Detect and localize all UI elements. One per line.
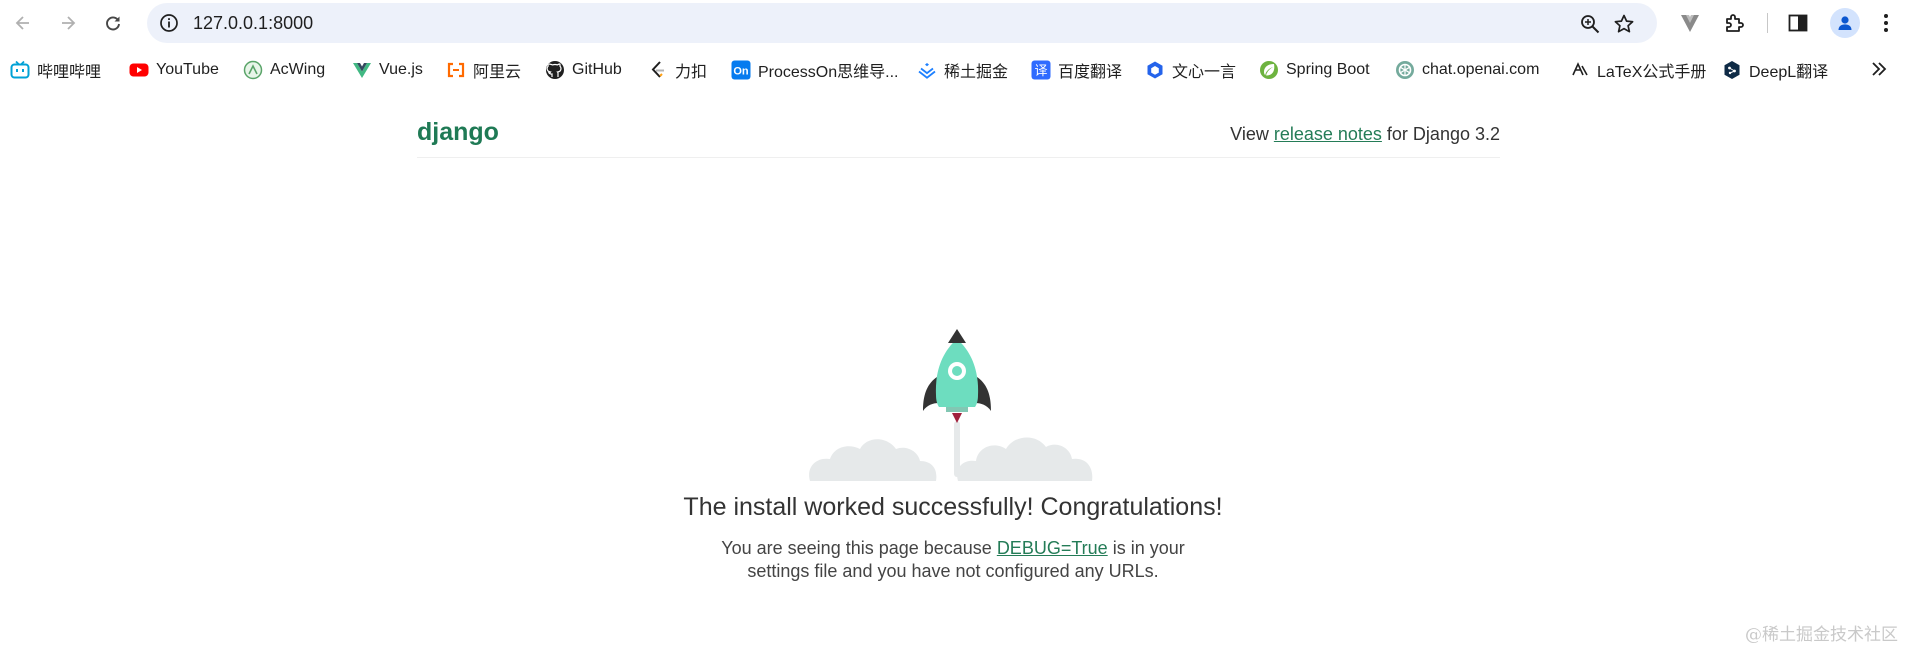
django-header: django View release notes for Django 3.2 <box>417 118 1500 158</box>
success-title: The install worked successfully! Congrat… <box>683 493 1223 521</box>
bookmark-leetcode[interactable]: 力扣 <box>648 56 707 84</box>
browser-toolbar: 127.0.0.1:8000 <box>0 0 1906 46</box>
profile-avatar[interactable] <box>1830 8 1860 38</box>
arrow-left-icon <box>15 16 29 30</box>
more-menu-icon[interactable] <box>1874 11 1898 35</box>
back-button[interactable] <box>9 9 37 37</box>
spring-icon <box>1259 60 1279 80</box>
bookmark-acwing[interactable]: AcWing <box>243 56 325 84</box>
extensions-icon[interactable] <box>1723 11 1747 35</box>
openai-icon <box>1395 60 1415 80</box>
bookmark-star-icon[interactable] <box>1613 13 1635 35</box>
baidu-translate-icon: 译 <box>1031 60 1051 80</box>
cloud-icon <box>809 437 1093 481</box>
bookmark-processon[interactable]: On ProcessOn思维导... <box>731 56 898 84</box>
reload-icon <box>106 16 120 31</box>
reload-button[interactable] <box>99 9 127 37</box>
bookmarks-bar: 哔哩哔哩 YouTube AcWing Vue.js 阿里云 GitHub 力扣… <box>0 56 1906 84</box>
bookmark-bilibili[interactable]: 哔哩哔哩 <box>10 56 101 84</box>
person-icon <box>1838 16 1852 30</box>
debug-description: You are seeing this page because DEBUG=T… <box>721 538 1185 581</box>
bookmark-spring-boot[interactable]: Spring Boot <box>1259 56 1370 84</box>
latex-icon <box>1570 60 1590 80</box>
side-panel-icon[interactable] <box>1786 11 1810 35</box>
bookmark-latex[interactable]: LaTeX公式手册 <box>1570 56 1706 84</box>
bilibili-icon <box>10 60 30 80</box>
bookmark-github[interactable]: GitHub <box>545 56 622 84</box>
release-notes-text: View release notes for Django 3.2 <box>1230 124 1500 144</box>
bookmark-juejin[interactable]: 稀土掘金 <box>917 56 1008 84</box>
debug-true-link[interactable]: DEBUG=True <box>997 538 1108 558</box>
site-info-icon[interactable] <box>159 13 179 33</box>
bookmark-baidu-translate[interactable]: 译 百度翻译 <box>1031 56 1122 84</box>
chevron-double-right-icon[interactable] <box>1868 58 1890 80</box>
django-logo[interactable]: django <box>417 118 499 147</box>
svg-text:译: 译 <box>1034 64 1047 79</box>
youtube-icon <box>129 60 149 80</box>
release-notes-link[interactable]: release notes <box>1274 124 1382 144</box>
vuetools-extension-icon[interactable] <box>1678 11 1702 35</box>
bookmark-chatgpt[interactable]: chat.openai.com <box>1395 56 1539 84</box>
toolbar-separator <box>1767 13 1768 33</box>
bookmark-vue[interactable]: Vue.js <box>352 56 423 84</box>
zoom-icon[interactable] <box>1579 13 1601 35</box>
arrow-right-icon <box>62 16 76 30</box>
bookmark-youtube[interactable]: YouTube <box>129 56 219 84</box>
processon-icon: On <box>731 60 751 80</box>
bookmark-aliyun[interactable]: 阿里云 <box>446 56 521 84</box>
bookmark-deepl[interactable]: DeepL翻译 <box>1722 56 1828 84</box>
deepl-icon <box>1722 60 1742 80</box>
leetcode-icon <box>648 60 668 80</box>
url-text[interactable]: 127.0.0.1:8000 <box>193 3 313 43</box>
forward-button[interactable] <box>54 9 82 37</box>
github-icon <box>545 60 565 80</box>
acwing-icon <box>243 60 263 80</box>
svg-text:On: On <box>733 66 749 78</box>
wenxin-icon <box>1145 60 1165 80</box>
aliyun-icon <box>446 60 466 80</box>
address-bar[interactable]: 127.0.0.1:8000 <box>147 3 1657 43</box>
bookmark-wenxin[interactable]: 文心一言 <box>1145 56 1236 84</box>
watermark: @稀土掘金技术社区 <box>1745 625 1898 645</box>
juejin-icon <box>917 60 937 80</box>
vue-icon <box>352 60 372 80</box>
rocket-launch-illustration <box>809 329 1093 481</box>
